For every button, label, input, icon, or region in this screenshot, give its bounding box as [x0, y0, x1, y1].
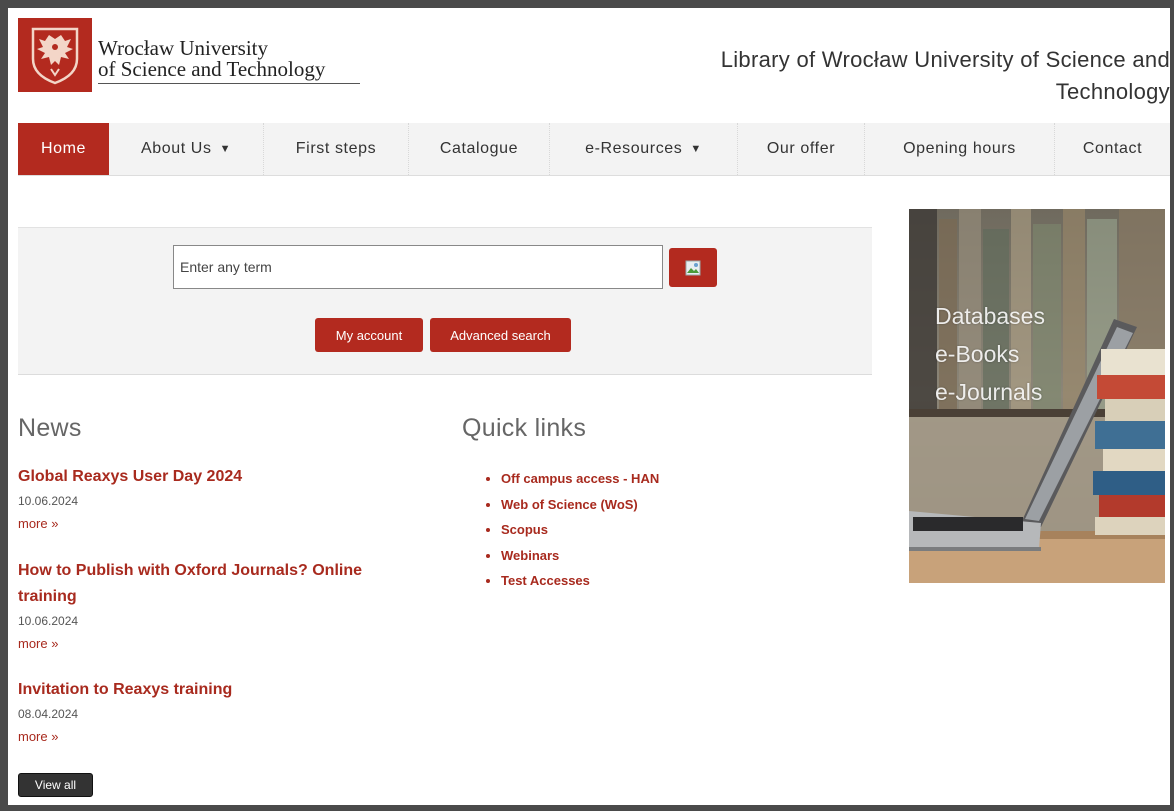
- nav-our-offer[interactable]: Our offer: [738, 123, 865, 175]
- search-button[interactable]: [669, 248, 717, 287]
- page-frame: Wrocław University of Science and Techno…: [8, 8, 1170, 805]
- e-resources-banner[interactable]: Databases e-Books e-Journals: [909, 209, 1165, 583]
- nav-opening-hours-label: Opening hours: [903, 140, 1016, 157]
- nav-catalogue-label: Catalogue: [439, 140, 519, 157]
- broken-image-icon: [685, 260, 701, 275]
- news-item: How to Publish with Oxford Journals? Onl…: [18, 558, 393, 651]
- news-item: Global Reaxys User Day 2024 10.06.2024 m…: [18, 464, 418, 531]
- search-panel: My account Advanced search: [18, 227, 872, 375]
- main-nav: Home About Us ▼ First steps Catalogue e-R…: [18, 123, 1170, 176]
- quick-links-heading: Quick links: [462, 414, 587, 442]
- quick-link-test-accesses[interactable]: Test Accesses: [501, 568, 659, 594]
- library-title: Library of Wrocław University of Science…: [720, 47, 1170, 104]
- nav-e-resources[interactable]: e-Resources ▼: [550, 123, 738, 175]
- nav-about-us[interactable]: About Us ▼: [109, 123, 264, 175]
- banner-line-databases: Databases: [935, 303, 1045, 329]
- news-item-date: 08.04.2024: [18, 707, 79, 721]
- nav-home-label: Home: [40, 140, 87, 157]
- banner-line-ejournals: e-Journals: [935, 379, 1043, 405]
- university-name[interactable]: Wrocław University of Science and Techno…: [98, 38, 360, 84]
- nav-contact-label: Contact: [1082, 140, 1143, 157]
- nav-our-offer-label: Our offer: [766, 140, 836, 157]
- news-item-date: 10.06.2024: [18, 614, 79, 628]
- quick-links-list: Off campus access - HAN Web of Science (…: [481, 466, 659, 594]
- university-name-line1: Wrocław University: [98, 36, 269, 60]
- nav-first-steps[interactable]: First steps: [264, 123, 409, 175]
- news-item-more-link[interactable]: more »: [18, 636, 393, 651]
- banner-line-ebooks: e-Books: [935, 341, 1020, 367]
- news-item-title[interactable]: How to Publish with Oxford Journals? Onl…: [18, 558, 393, 610]
- chevron-down-icon: ▼: [219, 143, 232, 155]
- nav-catalogue[interactable]: Catalogue: [409, 123, 550, 175]
- nav-e-resources-label: e-Resources: [585, 140, 683, 157]
- advanced-search-button[interactable]: Advanced search: [430, 318, 571, 352]
- news-item-title[interactable]: Global Reaxys User Day 2024: [18, 464, 418, 490]
- quick-link-webinars[interactable]: Webinars: [501, 543, 659, 569]
- nav-home[interactable]: Home: [18, 123, 109, 175]
- quick-link-han[interactable]: Off campus access - HAN: [501, 466, 659, 492]
- university-logo[interactable]: [18, 18, 92, 92]
- news-item: Invitation to Reaxys training 08.04.2024…: [18, 677, 418, 744]
- university-name-line2: of Science and Technology: [98, 57, 326, 81]
- nav-opening-hours[interactable]: Opening hours: [865, 123, 1055, 175]
- view-all-button[interactable]: View all: [18, 773, 93, 797]
- news-item-more-link[interactable]: more »: [18, 516, 418, 531]
- quick-link-scopus[interactable]: Scopus: [501, 517, 659, 543]
- news-item-more-link[interactable]: more »: [18, 729, 418, 744]
- news-heading: News: [18, 414, 82, 442]
- nav-first-steps-label: First steps: [295, 140, 377, 157]
- quick-link-wos[interactable]: Web of Science (WoS): [501, 492, 659, 518]
- search-input[interactable]: [173, 245, 663, 289]
- banner-text: Databases e-Books e-Journals: [935, 297, 1045, 411]
- nav-contact[interactable]: Contact: [1055, 123, 1170, 175]
- news-item-title[interactable]: Invitation to Reaxys training: [18, 677, 418, 703]
- chevron-down-icon: ▼: [690, 143, 702, 155]
- nav-about-us-label: About Us: [140, 140, 212, 157]
- my-account-button[interactable]: My account: [315, 318, 423, 352]
- news-item-date: 10.06.2024: [18, 494, 79, 508]
- eagle-crest-icon: [31, 27, 79, 85]
